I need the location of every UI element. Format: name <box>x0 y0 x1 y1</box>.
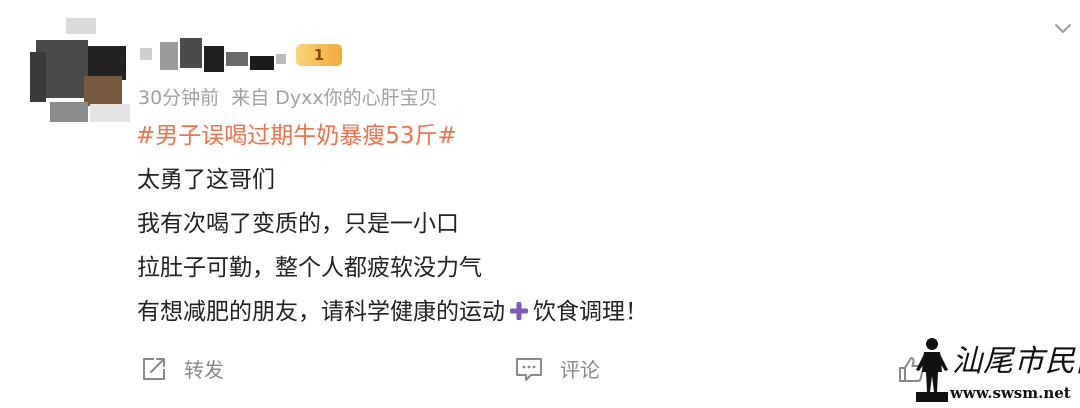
post-source[interactable]: 来自 Dyxx你的心肝宝贝 <box>231 87 437 109</box>
repost-button[interactable]: 转发 <box>140 354 224 383</box>
avatar[interactable] <box>30 18 134 122</box>
site-watermark: 汕尾市民网 www.swsm.net <box>912 334 1080 404</box>
post-timestamp: 30分钟前 <box>138 87 220 109</box>
comment-button[interactable]: 评论 <box>514 354 600 383</box>
repost-icon <box>143 357 165 380</box>
watermark-url: www.swsm.net <box>950 384 1071 402</box>
weibo-post-card: 1 30分钟前 来自 Dyxx你的心肝宝贝 #男子误喝过期牛奶暴瘦53斤# 太勇了… <box>0 0 1080 408</box>
comment-icon <box>516 357 542 381</box>
topic-hashtag-link[interactable]: #男子误喝过期牛奶暴瘦53斤# <box>136 116 457 150</box>
repost-label: 转发 <box>184 358 224 382</box>
post-text-line: 太勇了这哥们 <box>137 167 275 193</box>
standing-figure-logo <box>916 338 948 402</box>
watermark-title: 汕尾市民网 <box>952 344 1080 379</box>
post-text-line: 我有次喝了变质的，只是一小口 <box>137 211 459 237</box>
post-meta: 30分钟前 来自 Dyxx你的心肝宝贝 <box>138 83 438 110</box>
post-text-line: 有想减肥的朋友，请科学健康的运动 饮食调理！ <box>137 292 648 326</box>
plus-icon <box>510 302 528 320</box>
post-text-segment: 有想减肥的朋友，请科学健康的运动 <box>137 299 505 325</box>
username[interactable] <box>140 38 290 74</box>
comment-label: 评论 <box>560 358 600 382</box>
vip-badge[interactable]: 1 <box>296 44 342 66</box>
post-text-line: 拉肚子可勤，整个人都疲软没力气 <box>137 255 482 281</box>
chevron-down-icon[interactable] <box>1052 18 1074 40</box>
vip-badge-label: 1 <box>313 45 325 64</box>
post-text-segment: 饮食调理！ <box>533 299 648 325</box>
